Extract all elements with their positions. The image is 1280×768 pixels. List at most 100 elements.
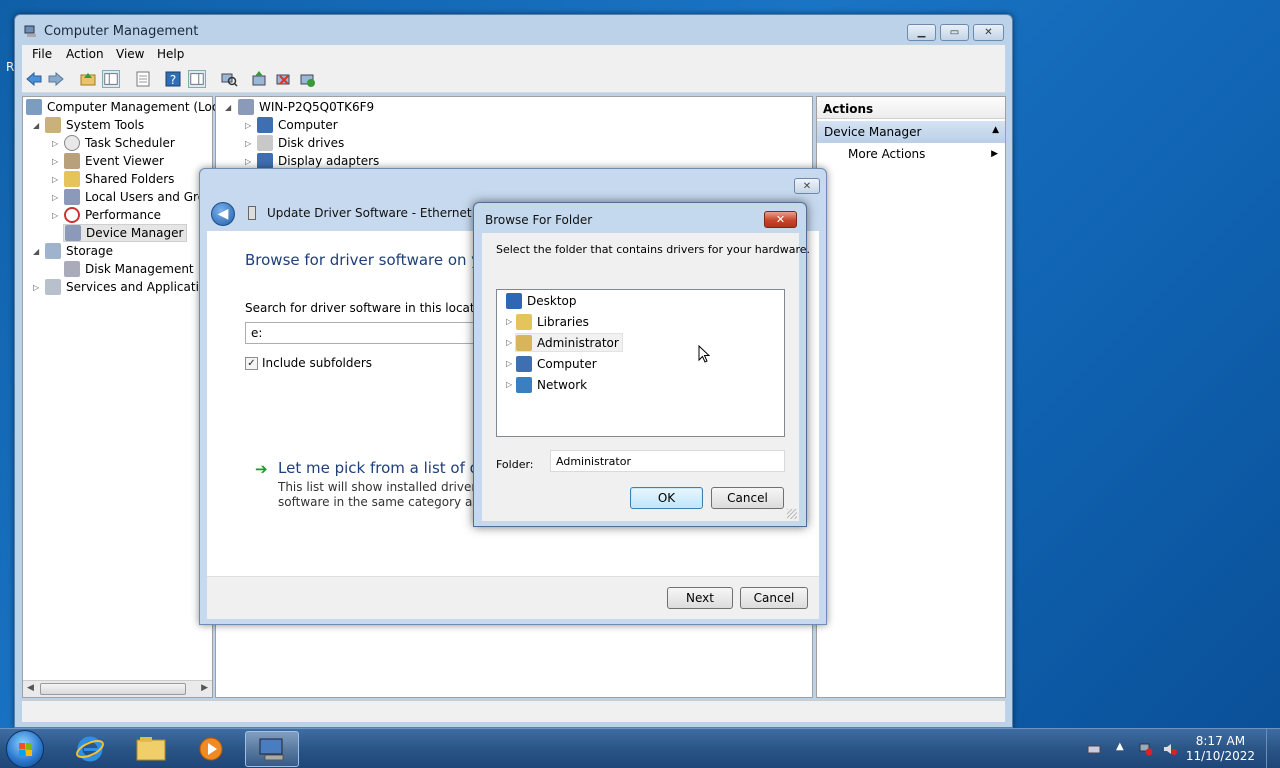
- uninstall-device-icon[interactable]: [274, 70, 292, 88]
- tree-services[interactable]: Services and Applications: [45, 278, 220, 296]
- expand-arrow-icon[interactable]: ▷: [52, 175, 58, 184]
- actions-section-label: Device Manager: [824, 125, 922, 139]
- tree-label: WIN-P2Q5Q0TK6F9: [259, 100, 375, 114]
- scroll-left-icon[interactable]: ◀: [27, 683, 34, 693]
- collapse-up-icon[interactable]: ▲: [992, 125, 999, 135]
- media-player-taskbar-button[interactable]: [184, 731, 238, 767]
- description-line: This list will show installed driver sof…: [278, 480, 503, 494]
- expand-arrow-icon[interactable]: ▷: [52, 157, 58, 166]
- device-tree-host[interactable]: WIN-P2Q5Q0TK6F9: [238, 98, 374, 116]
- horizontal-scrollbar[interactable]: ◀ ▶: [23, 680, 212, 697]
- forward-arrow-icon[interactable]: [47, 70, 65, 88]
- maximize-button[interactable]: ▭: [940, 24, 969, 41]
- volume-muted-icon[interactable]: [1163, 742, 1177, 756]
- expand-arrow-icon[interactable]: ▷: [52, 139, 58, 148]
- up-folder-icon[interactable]: [79, 70, 97, 88]
- explorer-taskbar-button[interactable]: [124, 731, 178, 767]
- start-button[interactable]: [6, 730, 44, 768]
- folder-item-computer[interactable]: Computer: [516, 354, 597, 373]
- folder-item-administrator[interactable]: Administrator: [515, 333, 623, 352]
- menu-action[interactable]: Action: [66, 47, 104, 61]
- submenu-arrow-icon: ▶: [991, 149, 998, 159]
- svg-text:?: ?: [170, 73, 176, 87]
- user-folder-icon: [516, 334, 532, 351]
- expand-arrow-icon[interactable]: ▷: [245, 139, 251, 148]
- minimize-button[interactable]: ▁: [907, 24, 936, 41]
- collapse-arrow-icon[interactable]: ◢: [225, 103, 231, 112]
- menu-bar: File Action View Help: [22, 45, 1005, 65]
- expand-arrow-icon[interactable]: ▷: [506, 359, 512, 368]
- scroll-right-icon[interactable]: ▶: [201, 683, 208, 693]
- dialog-title: Browse For Folder: [485, 213, 593, 227]
- tree-local-users[interactable]: Local Users and Group: [64, 188, 220, 206]
- device-tree-disk-drives[interactable]: Disk drives: [257, 134, 344, 152]
- internet-explorer-taskbar-button[interactable]: [63, 731, 117, 767]
- include-subfolders-checkbox[interactable]: ✓ Include subfolders: [245, 356, 372, 370]
- menu-help[interactable]: Help: [157, 47, 184, 61]
- tree-root-label: Computer Management (Local: [47, 100, 230, 114]
- pick-from-list-link[interactable]: Let me pick from a list of dev: [278, 459, 497, 477]
- actions-section-device-manager[interactable]: Device Manager ▲: [817, 121, 1005, 143]
- search-location-input[interactable]: e:: [245, 322, 505, 344]
- more-actions-link[interactable]: More Actions: [848, 147, 925, 161]
- instruction-text: Select the folder that contains drivers …: [496, 243, 811, 256]
- tree-event-viewer[interactable]: Event Viewer: [64, 152, 164, 170]
- expand-arrow-icon[interactable]: ▷: [52, 193, 58, 202]
- show-hidden-icons-icon[interactable]: ▲: [1116, 741, 1124, 752]
- tree-task-scheduler[interactable]: Task Scheduler: [64, 134, 175, 152]
- ok-button[interactable]: OK: [630, 487, 703, 509]
- users-icon: [64, 189, 80, 205]
- show-action-pane-icon[interactable]: [188, 70, 206, 88]
- back-arrow-icon[interactable]: ◀: [211, 202, 235, 226]
- keyboard-icon[interactable]: [1087, 742, 1101, 756]
- close-button[interactable]: ✕: [794, 178, 820, 194]
- folder-input[interactable]: Administrator: [550, 450, 785, 472]
- tree-disk-management[interactable]: Disk Management: [64, 260, 194, 278]
- properties-icon[interactable]: [134, 70, 152, 88]
- pick-from-list-description: This list will show installed driver sof…: [278, 480, 502, 510]
- next-button[interactable]: Next: [667, 587, 733, 609]
- cancel-button[interactable]: Cancel: [740, 587, 808, 609]
- folder-item-libraries[interactable]: Libraries: [516, 312, 589, 331]
- scan-hardware-icon[interactable]: [220, 70, 238, 88]
- checkmark-icon[interactable]: ✓: [245, 356, 258, 370]
- dialog-footer: Next Cancel: [207, 576, 819, 619]
- tree-device-manager[interactable]: Device Manager: [63, 224, 188, 242]
- scroll-thumb[interactable]: [40, 683, 186, 695]
- taskbar: ▲ 8:17 AM 11/10/2022: [0, 728, 1280, 768]
- expand-arrow-icon[interactable]: ▷: [506, 380, 512, 389]
- expand-arrow-icon[interactable]: ▷: [506, 317, 512, 326]
- show-desktop-button[interactable]: [1266, 729, 1280, 768]
- expand-arrow-icon[interactable]: ▷: [245, 157, 251, 166]
- tree-performance[interactable]: Performance: [64, 206, 161, 224]
- tree-root[interactable]: Computer Management (Local: [26, 98, 229, 116]
- device-manager-icon: [65, 225, 81, 241]
- collapse-arrow-icon[interactable]: ◢: [33, 121, 39, 130]
- folder-item-network[interactable]: Network: [516, 375, 587, 394]
- tree-shared-folders[interactable]: Shared Folders: [64, 170, 174, 188]
- tree-storage[interactable]: Storage: [45, 242, 113, 260]
- collapse-arrow-icon[interactable]: ◢: [33, 247, 39, 256]
- menu-file[interactable]: File: [32, 47, 52, 61]
- menu-view[interactable]: View: [116, 47, 144, 61]
- back-arrow-icon[interactable]: [25, 70, 43, 88]
- folder-item-desktop[interactable]: Desktop: [506, 291, 577, 310]
- cancel-button[interactable]: Cancel: [711, 487, 784, 509]
- expand-arrow-icon[interactable]: ▷: [245, 121, 251, 130]
- help-icon[interactable]: ?: [164, 70, 182, 88]
- enable-device-icon[interactable]: [298, 70, 316, 88]
- update-driver-icon[interactable]: [250, 70, 268, 88]
- title-bar[interactable]: Computer Management ▁ ▭ ✕: [15, 15, 1012, 47]
- close-button[interactable]: ✕: [973, 24, 1004, 41]
- expand-arrow-icon[interactable]: ▷: [506, 338, 512, 347]
- expand-arrow-icon[interactable]: ▷: [33, 283, 39, 292]
- network-error-icon[interactable]: [1139, 742, 1153, 756]
- close-button[interactable]: ✕: [764, 211, 797, 228]
- computer-management-taskbar-button[interactable]: [245, 731, 299, 767]
- tree-system-tools[interactable]: System Tools: [45, 116, 144, 134]
- show-hide-tree-icon[interactable]: [102, 70, 120, 88]
- expand-arrow-icon[interactable]: ▷: [52, 211, 58, 220]
- device-tree-computer[interactable]: Computer: [257, 116, 338, 134]
- clock[interactable]: 8:17 AM 11/10/2022: [1186, 734, 1255, 764]
- resize-grip-icon[interactable]: [787, 509, 797, 519]
